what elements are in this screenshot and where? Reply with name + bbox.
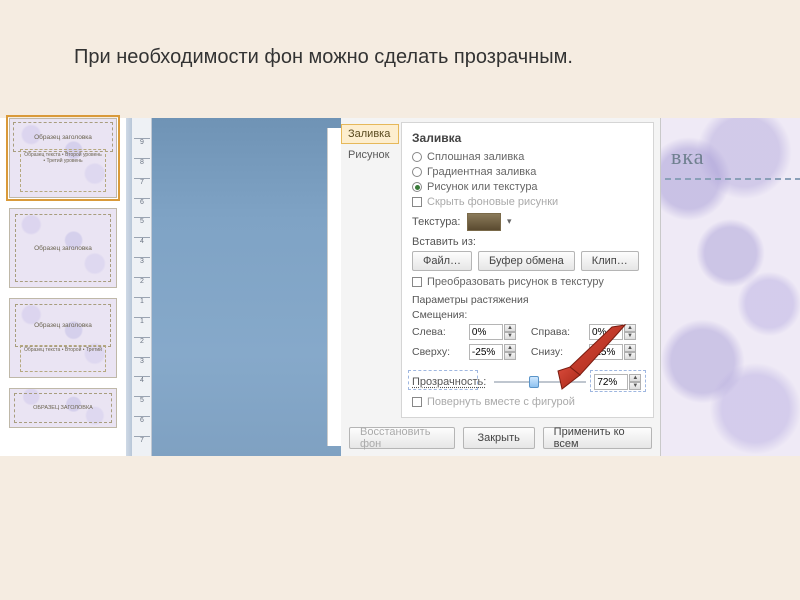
panel-title: Заливка	[412, 131, 643, 145]
slide-thumb-4[interactable]: ОБРАЗЕЦ ЗАГОЛОВКА	[9, 388, 117, 428]
texture-row: Текстура:	[412, 213, 643, 231]
dialog-category-list: Заливка Рисунок	[341, 124, 399, 166]
checkbox-label: Преобразовать рисунок в текстуру	[427, 276, 604, 288]
ruler-tick: 9	[134, 138, 150, 146]
offsets-grid: Слева: ▲▼ Справа: ▲▼ Сверху: ▲▼ Снизу: ▲…	[412, 324, 643, 360]
thumb-body: Образец текста • Второй уровень • Третий…	[21, 150, 105, 166]
ruler-tick: 5	[134, 396, 150, 404]
thumb-title: Образец заголовка	[34, 322, 92, 329]
checkbox-tile-as-texture[interactable]: Преобразовать рисунок в текстуру	[412, 276, 643, 288]
close-button[interactable]: Закрыть	[463, 427, 535, 449]
apply-to-all-button[interactable]: Применить ко всем	[543, 427, 652, 449]
ruler-tick: 3	[134, 357, 150, 365]
ruler-tick: 1	[134, 297, 150, 305]
radio-gradient-fill[interactable]: Градиентная заливка	[412, 166, 643, 178]
radio-label: Градиентная заливка	[427, 166, 536, 178]
ruler-tick: 5	[134, 217, 150, 225]
radio-solid-fill[interactable]: Сплошная заливка	[412, 151, 643, 163]
spin-up-icon[interactable]: ▲	[504, 324, 516, 332]
offsets-header: Смещения:	[412, 309, 643, 321]
tab-fill[interactable]: Заливка	[341, 124, 399, 144]
radio-icon	[412, 182, 422, 192]
slide-thumb-3[interactable]: Образец заголовка Образец текста • Второ…	[9, 298, 117, 378]
texture-label: Текстура:	[412, 216, 461, 228]
fill-panel: Заливка Сплошная заливка Градиентная зал…	[401, 122, 654, 418]
checkbox-label: Повернуть вместе с фигурой	[427, 396, 575, 408]
spin-down-icon[interactable]: ▼	[624, 332, 636, 340]
insert-clipboard-button[interactable]: Буфер обмена	[478, 251, 575, 271]
partial-title-text: вка	[671, 144, 796, 170]
ruler-tick: 6	[134, 416, 150, 424]
spin-down-icon[interactable]: ▼	[504, 332, 516, 340]
ruler-tick: 2	[134, 277, 150, 285]
offset-bottom-label: Снизу:	[531, 346, 581, 358]
ruler-tick: 2	[134, 337, 150, 345]
checkbox-hide-bg-graphics[interactable]: Скрыть фоновые рисунки	[412, 196, 643, 208]
screenshot-region: Образец заголовка Образец текста • Второ…	[0, 118, 800, 456]
ruler-tick: 3	[134, 257, 150, 265]
radio-label: Сплошная заливка	[427, 151, 524, 163]
spin-down-icon[interactable]: ▼	[629, 382, 641, 390]
transparency-label: Прозрачность:	[412, 376, 486, 388]
radio-icon	[412, 167, 422, 177]
offset-bottom-input[interactable]: ▲▼	[589, 344, 643, 360]
radio-picture-fill[interactable]: Рисунок или текстура	[412, 181, 643, 193]
transparency-row: Прозрачность: ▲▼	[412, 374, 643, 390]
thumb-title: Образец заголовка	[34, 245, 92, 252]
ruler-tick: 7	[134, 178, 150, 186]
spin-down-icon[interactable]: ▼	[624, 352, 636, 360]
radio-label: Рисунок или текстура	[427, 181, 538, 193]
thumb-title: ОБРАЗЕЦ ЗАГОЛОВКА	[33, 405, 93, 411]
spin-down-icon[interactable]: ▼	[504, 352, 516, 360]
stretch-options-header: Параметры растяжения	[412, 294, 643, 306]
spin-up-icon[interactable]: ▲	[624, 324, 636, 332]
checkbox-icon	[412, 397, 422, 407]
spin-up-icon[interactable]: ▲	[629, 374, 641, 382]
spin-up-icon[interactable]: ▲	[624, 344, 636, 352]
slide-preview-strip: вка	[661, 118, 800, 456]
reset-background-button[interactable]: Восстановить фон	[349, 427, 455, 449]
offset-left-label: Слева:	[412, 326, 461, 338]
offset-left-input[interactable]: ▲▼	[469, 324, 523, 340]
checkbox-icon	[412, 277, 422, 287]
slide-edge	[327, 128, 341, 446]
ruler-tick: 4	[134, 376, 150, 384]
offset-right-label: Справа:	[531, 326, 581, 338]
ruler-tick: 8	[134, 158, 150, 166]
slide-thumb-2[interactable]: Образец заголовка	[9, 208, 117, 288]
spin-up-icon[interactable]: ▲	[504, 344, 516, 352]
insert-from-label: Вставить из:	[412, 236, 643, 248]
slider-thumb[interactable]	[529, 376, 539, 388]
dialog-footer: Восстановить фон Закрыть Применить ко вс…	[349, 427, 652, 449]
ruler-tick: 4	[134, 237, 150, 245]
transparency-slider[interactable]	[494, 375, 586, 389]
transparency-input[interactable]: ▲▼	[594, 374, 641, 390]
tab-picture[interactable]: Рисунок	[341, 145, 399, 165]
checkbox-icon	[412, 197, 422, 207]
title-underline	[665, 178, 800, 180]
format-background-dialog: Заливка Рисунок Заливка Сплошная заливка…	[341, 118, 661, 456]
insert-clipart-button[interactable]: Клип…	[581, 251, 639, 271]
ruler-tick: 7	[134, 436, 150, 444]
offset-right-input[interactable]: ▲▼	[589, 324, 643, 340]
offset-top-input[interactable]: ▲▼	[469, 344, 523, 360]
radio-icon	[412, 152, 422, 162]
checkbox-rotate-with-shape[interactable]: Повернуть вместе с фигурой	[412, 396, 643, 408]
vertical-ruler: 9 8 7 6 5 4 3 2 1 1 2 3 4 5 6 7	[132, 118, 152, 456]
offset-top-label: Сверху:	[412, 346, 461, 358]
checkbox-label: Скрыть фоновые рисунки	[427, 196, 558, 208]
ruler-tick: 1	[134, 317, 150, 325]
thumb-title: Образец заголовка	[34, 134, 92, 141]
thumb-body: Образец текста • Второй • Третий	[21, 346, 105, 354]
insert-file-button[interactable]: Файл…	[412, 251, 472, 271]
slide-thumbnails-pane: Образец заголовка Образец текста • Второ…	[3, 118, 125, 456]
ruler-tick: 6	[134, 198, 150, 206]
slide-thumb-1[interactable]: Образец заголовка Образец текста • Второ…	[9, 118, 117, 198]
page-caption: При необходимости фон можно сделать проз…	[74, 44, 573, 71]
texture-swatch-dropdown[interactable]	[467, 213, 501, 231]
slide-edit-area: 9 8 7 6 5 4 3 2 1 1 2 3 4 5 6 7	[132, 118, 341, 456]
